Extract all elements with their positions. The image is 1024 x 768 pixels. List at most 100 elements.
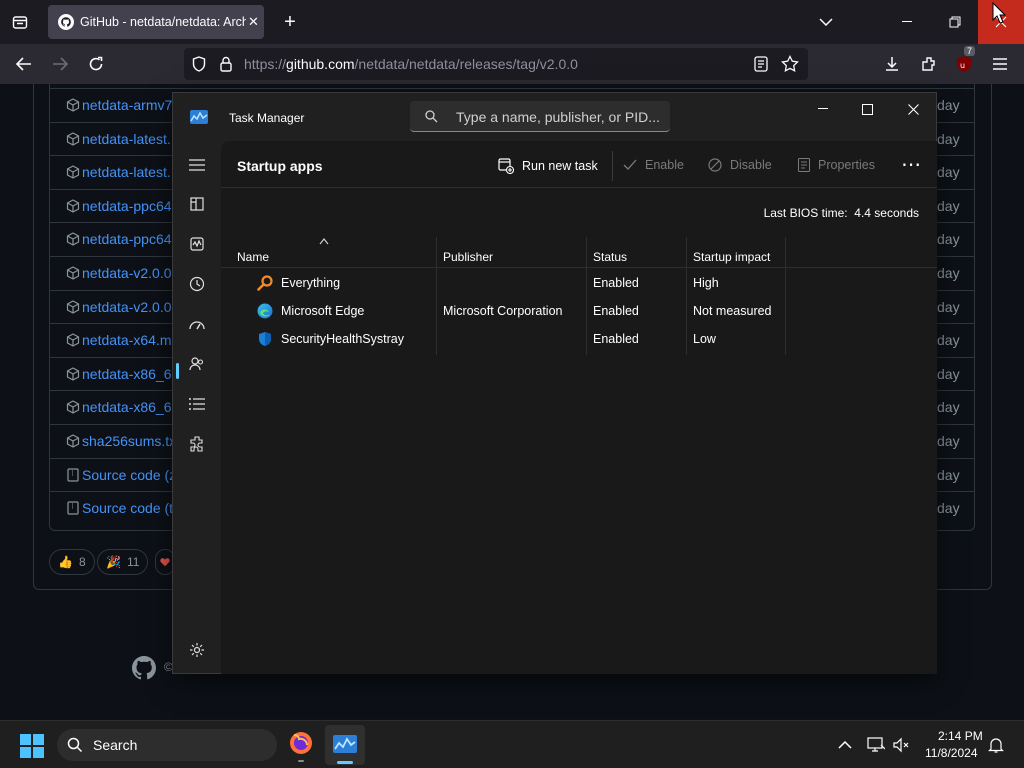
processes-icon[interactable]	[185, 192, 209, 216]
file-zip-icon	[67, 467, 79, 482]
tab-close-icon[interactable]: ✕	[248, 14, 259, 30]
extension-badge: 7	[964, 46, 976, 56]
row-impact: High	[693, 276, 719, 290]
table-row[interactable]: SecurityHealthSystray Enabled Low	[221, 325, 937, 353]
clock-time[interactable]: 2:14 PM	[938, 729, 983, 743]
asset-link[interactable]: netdata-ppc64	[82, 231, 172, 247]
downloads-icon[interactable]	[880, 52, 904, 76]
column-header-name[interactable]: Name	[237, 250, 269, 264]
column-header-publisher[interactable]: Publisher	[443, 250, 493, 264]
tm-minimize-icon[interactable]	[800, 93, 846, 125]
package-icon	[66, 367, 80, 381]
reaction-button[interactable]: 🎉 11	[97, 549, 149, 575]
back-arrow-icon[interactable]	[12, 52, 36, 76]
settings-gear-icon[interactable]	[185, 638, 209, 662]
asset-date: day	[937, 365, 960, 382]
asset-link[interactable]: netdata-x86_6	[82, 366, 172, 382]
new-tab-icon[interactable]: +	[278, 10, 302, 34]
tab-list-icon[interactable]	[8, 10, 32, 34]
asset-link[interactable]: netdata-ppc64	[82, 198, 172, 214]
url-text[interactable]: https://github.com/netdata/netdata/relea…	[244, 56, 578, 72]
asset-date: day	[937, 332, 960, 349]
row-impact: Not measured	[693, 304, 772, 318]
tm-maximize-icon[interactable]	[844, 93, 890, 125]
svg-text:u: u	[960, 61, 965, 70]
mouse-cursor-icon	[992, 2, 1006, 24]
startup-apps-icon[interactable]	[185, 312, 209, 336]
package-icon	[66, 165, 80, 179]
restore-icon[interactable]	[932, 0, 978, 44]
tab-title: GitHub - netdata/netdata: Arch	[80, 15, 246, 29]
asset-link[interactable]: sha256sums.tx	[82, 433, 176, 449]
bios-time: Last BIOS time: 4.4 seconds	[764, 206, 919, 220]
address-bar[interactable]: https://github.com/netdata/netdata/relea…	[184, 48, 808, 80]
tm-close-icon[interactable]	[890, 93, 936, 125]
asset-link[interactable]: netdata-latest.	[82, 131, 171, 147]
sort-ascending-icon[interactable]	[319, 237, 329, 245]
disable-button[interactable]: Disable	[708, 158, 772, 172]
performance-icon[interactable]	[185, 232, 209, 256]
bookmark-star-icon[interactable]	[781, 55, 799, 73]
reaction-button[interactable]: 👍 8	[49, 549, 95, 575]
hamburger-icon[interactable]	[185, 153, 209, 177]
asset-date: day	[937, 433, 960, 449]
notification-bell-icon[interactable]	[986, 735, 1006, 755]
search-input[interactable]: Type a name, publisher, or PID...	[410, 101, 670, 132]
asset-link[interactable]: netdata-armv7	[82, 97, 172, 113]
asset-date: day	[937, 197, 960, 214]
browser-tab[interactable]: GitHub - netdata/netdata: Arch ✕	[48, 5, 264, 39]
asset-date: day	[937, 298, 960, 315]
ublock-icon[interactable]: u 7	[952, 46, 976, 76]
asset-link[interactable]: netdata-v2.0.0	[82, 299, 172, 315]
asset-date: day	[937, 466, 960, 483]
github-logo-icon[interactable]	[132, 656, 156, 680]
clock-date[interactable]: 11/8/2024	[925, 746, 978, 760]
startup-apps-page: Startup apps Run new task Enable Disable…	[221, 141, 937, 674]
column-header-status[interactable]: Status	[593, 250, 627, 264]
properties-button[interactable]: Properties	[798, 158, 875, 172]
package-icon	[66, 98, 80, 112]
more-options-icon[interactable]: ⋯	[901, 152, 921, 177]
disable-icon	[708, 158, 722, 172]
volume-muted-icon[interactable]	[892, 735, 912, 755]
forward-arrow-icon[interactable]	[48, 52, 72, 76]
edge-icon	[257, 303, 273, 319]
hamburger-menu-icon[interactable]	[988, 52, 1012, 76]
enable-button[interactable]: Enable	[623, 158, 684, 172]
asset-date: day	[937, 130, 960, 147]
app-history-icon[interactable]	[185, 272, 209, 296]
run-new-task-button[interactable]: Run new task	[498, 158, 598, 174]
everything-icon	[257, 275, 273, 291]
task-manager-window: Task Manager Type a name, publisher, or …	[172, 92, 937, 674]
asset-link[interactable]: netdata-latest.	[82, 164, 171, 180]
taskbar-search[interactable]: Search	[57, 729, 277, 761]
task-manager-taskbar-button[interactable]	[325, 725, 365, 765]
table-row[interactable]: Everything Enabled High	[221, 269, 937, 297]
list-all-tabs-chevron-icon[interactable]	[814, 12, 838, 32]
table-row[interactable]: Microsoft Edge Microsoft Corporation Ena…	[221, 297, 937, 325]
shield-icon[interactable]	[192, 56, 206, 72]
details-icon[interactable]	[185, 392, 209, 416]
asset-link[interactable]: Source code (t	[82, 500, 173, 516]
users-icon[interactable]	[185, 352, 209, 376]
services-icon[interactable]	[185, 432, 209, 456]
minimize-icon[interactable]	[884, 0, 930, 44]
extensions-icon[interactable]	[917, 52, 941, 76]
asset-link[interactable]: netdata-v2.0.0	[82, 265, 172, 281]
column-header-startup-impact[interactable]: Startup impact	[693, 250, 770, 264]
asset-link[interactable]: netdata-x86_6	[82, 399, 172, 415]
show-hidden-icons-chevron-icon[interactable]	[835, 735, 855, 755]
asset-link[interactable]: netdata-x64.m	[82, 332, 172, 348]
properties-icon	[798, 158, 810, 172]
windows-start-icon[interactable]	[20, 734, 44, 758]
search-placeholder: Type a name, publisher, or PID...	[456, 109, 660, 125]
row-impact: Low	[693, 332, 716, 346]
network-icon[interactable]	[866, 735, 886, 755]
shield-icon	[259, 332, 271, 346]
package-icon	[66, 299, 80, 314]
reload-icon[interactable]	[84, 52, 108, 76]
lock-icon[interactable]	[220, 56, 232, 72]
asset-link[interactable]: Source code (z	[82, 467, 176, 483]
firefox-icon[interactable]	[285, 727, 317, 763]
reader-view-icon[interactable]	[754, 56, 768, 72]
